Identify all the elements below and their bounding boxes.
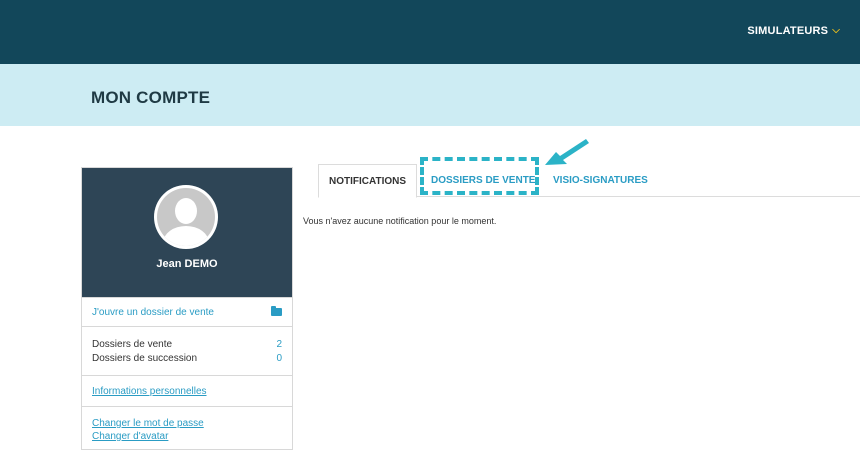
tab-notifications[interactable]: NOTIFICATIONS — [318, 164, 418, 198]
change-avatar-link[interactable]: Changer d'avatar — [92, 430, 282, 443]
personal-info-section: Informations personnelles — [82, 375, 292, 406]
folder-icon — [271, 306, 282, 316]
count-value: 0 — [276, 353, 282, 364]
chevron-down-icon: ⌵ — [832, 24, 840, 36]
account-sidebar: Jean DEMO J'ouvre un dossier de vente Do… — [81, 167, 293, 450]
tab-highlight-dashed-box — [420, 157, 539, 195]
user-avatar-icon — [154, 185, 218, 249]
user-name: Jean DEMO — [156, 258, 218, 270]
change-password-link[interactable]: Changer le mot de passe — [92, 417, 282, 430]
count-label: Dossiers de vente — [92, 339, 173, 350]
page-header-band: MON COMPTE — [0, 64, 860, 126]
dossier-counts: Dossiers de vente 2 Dossiers de successi… — [82, 326, 292, 375]
count-row-succession[interactable]: Dossiers de succession 0 — [92, 352, 282, 366]
open-dossier-link[interactable]: J'ouvre un dossier de vente — [82, 297, 292, 326]
pointer-arrow-icon — [545, 139, 589, 165]
simulateurs-menu[interactable]: SIMULATEURS ⌵ — [747, 24, 840, 38]
count-value: 2 — [276, 339, 282, 350]
page-title: MON COMPTE — [91, 88, 211, 107]
simulateurs-label: SIMULATEURS — [747, 25, 829, 37]
open-dossier-label: J'ouvre un dossier de vente — [92, 306, 214, 318]
personal-info-link[interactable]: Informations personnelles — [92, 386, 207, 397]
account-settings-section: Changer le mot de passe Changer d'avatar — [82, 406, 292, 443]
notifications-empty-message: Vous n'avez aucune notification pour le … — [303, 216, 497, 226]
count-label: Dossiers de succession — [92, 353, 198, 364]
profile-header: Jean DEMO — [82, 168, 292, 297]
top-navbar: SIMULATEURS ⌵ — [0, 0, 860, 64]
count-row-vente[interactable]: Dossiers de vente 2 — [92, 338, 282, 352]
